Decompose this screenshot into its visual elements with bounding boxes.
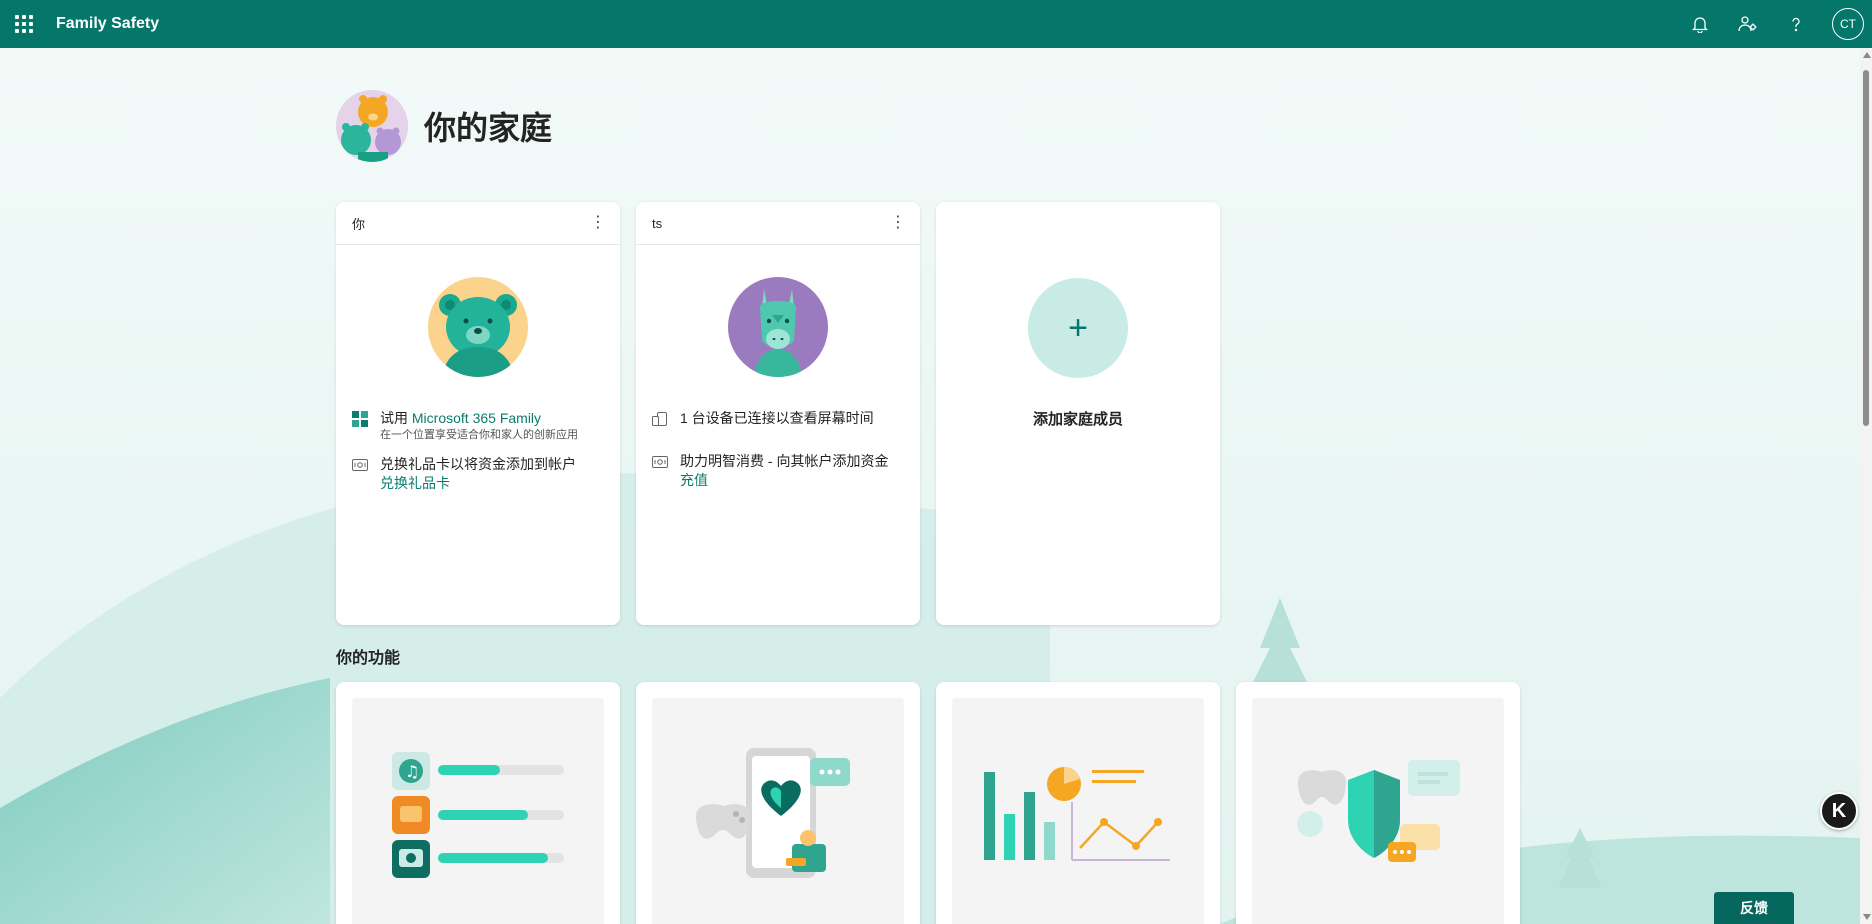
add-member-card[interactable]: + 添加家庭成员 [936, 202, 1220, 625]
m365-family-link[interactable]: Microsoft 365 Family [412, 410, 541, 426]
bear-avatar[interactable] [428, 277, 528, 377]
member-card-ts: ts ⋮ 1 台设备已连接以查看屏幕时间 助力明智消费 - 向其帐户添加资金 充… [636, 202, 920, 625]
app-launcher-icon[interactable] [12, 12, 36, 36]
k-badge-icon[interactable]: K [1820, 792, 1858, 830]
feature-card-wellbeing[interactable] [636, 682, 920, 924]
phone-heart-illustration-icon [652, 698, 904, 924]
activity-charts-illustration-icon [952, 698, 1204, 924]
feature-card-screen-time[interactable]: ♫ [336, 682, 620, 924]
m365-subtitle: 在一个位置享受适合你和家人的创新应用 [380, 429, 578, 441]
gift-card-text: 兑换礼品卡以将资金添加到帐户 [380, 456, 576, 472]
app-title[interactable]: Family Safety [56, 15, 159, 33]
money-icon [652, 454, 670, 490]
shield-illustration-icon [1252, 698, 1504, 924]
more-options-icon[interactable]: ⋮ [590, 215, 606, 231]
notification-bell-icon[interactable] [1688, 12, 1712, 36]
scroll-up-arrow-icon[interactable] [1863, 52, 1871, 58]
member-card-you: 你 ⋮ 试用 Microsoft 365 Family 在一个位置享受适合你和家… [336, 202, 620, 625]
features-section-title: 你的功能 [336, 650, 401, 667]
add-funds-row: 助力明智消费 - 向其帐户添加资金 充值 [652, 452, 904, 490]
background-hills [0, 48, 1860, 924]
more-options-icon[interactable]: ⋮ [890, 215, 906, 231]
family-header: 你的家庭 [336, 90, 552, 162]
add-funds-text: 助力明智消费 - 向其帐户添加资金 [680, 453, 889, 469]
add-icon[interactable]: + [1028, 278, 1128, 378]
user-avatar[interactable]: CT [1832, 8, 1864, 40]
feature-card-content-filters[interactable] [1236, 682, 1520, 924]
top-right-actions: CT [1688, 0, 1864, 48]
top-up-link[interactable]: 充值 [680, 471, 888, 490]
member-card-header: 你 ⋮ [336, 202, 620, 245]
scroll-down-arrow-icon[interactable] [1863, 914, 1871, 920]
m365-promo-row: 试用 Microsoft 365 Family 在一个位置享受适合你和家人的创新… [352, 409, 604, 443]
gift-card-icon [352, 457, 370, 493]
top-bar: Family Safety CT [0, 0, 1872, 48]
llama-avatar[interactable] [728, 277, 828, 377]
member-name: 你 [352, 216, 366, 232]
screen-time-text: 1 台设备已连接以查看屏幕时间 [680, 410, 874, 426]
family-settings-icon[interactable] [1736, 12, 1760, 36]
app-limits-illustration-icon: ♫ [352, 698, 604, 924]
family-bears-logo-icon [336, 90, 408, 162]
feature-card-activity[interactable] [936, 682, 1220, 924]
add-member-label[interactable]: 添加家庭成员 [936, 408, 1220, 429]
m365-prefix: 试用 [380, 410, 412, 426]
help-icon[interactable] [1784, 12, 1808, 36]
redeem-gift-card-link[interactable]: 兑换礼品卡 [380, 474, 576, 493]
page-title: 你的家庭 [424, 110, 553, 146]
member-card-header: ts ⋮ [636, 202, 920, 245]
windows-logo-icon [352, 411, 370, 443]
screen-time-row: 1 台设备已连接以查看屏幕时间 [652, 409, 904, 432]
feedback-button[interactable]: 反馈 [1714, 892, 1794, 924]
member-name: ts [652, 215, 663, 231]
scroll-thumb[interactable] [1863, 70, 1869, 426]
device-icon [652, 411, 670, 432]
svg-text:♫: ♫ [405, 762, 419, 781]
gift-card-row: 兑换礼品卡以将资金添加到帐户 兑换礼品卡 [352, 455, 604, 493]
vertical-scrollbar[interactable] [1860, 48, 1872, 924]
